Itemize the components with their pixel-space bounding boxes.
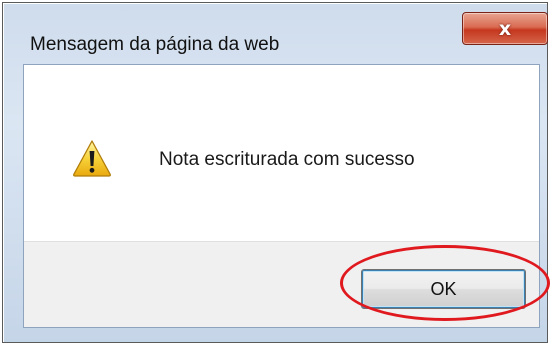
ok-button[interactable]: OK	[361, 269, 526, 309]
dialog-body: Nota escriturada com sucesso OK	[23, 64, 540, 328]
close-icon: x	[498, 17, 512, 40]
message-dialog: Mensagem da página da web x Nota escritu…	[4, 4, 548, 342]
dialog-message: Nota escriturada com sucesso	[159, 149, 415, 170]
window-title: Mensagem da página da web	[30, 34, 280, 55]
warning-icon	[73, 140, 111, 177]
button-bar: OK	[24, 241, 539, 327]
message-area: Nota escriturada com sucesso	[24, 65, 539, 241]
close-button[interactable]: x	[462, 12, 548, 45]
